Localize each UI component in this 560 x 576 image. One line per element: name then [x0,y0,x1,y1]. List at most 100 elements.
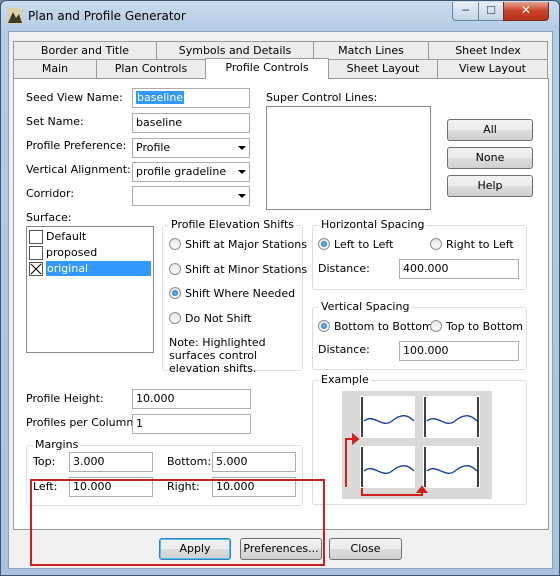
radio-label: Shift Where Needed [185,287,296,300]
tab-label: Match Lines [338,44,404,57]
margin-top-field[interactable]: 3.000 [69,452,153,472]
example-diagram [342,391,492,499]
horizontal-distance-field[interactable]: 400.000 [399,259,519,279]
radio-left-to-left[interactable]: Left to Left [318,238,393,251]
set-name-field[interactable]: baseline [132,113,250,133]
help-button[interactable]: Help [447,175,533,197]
minimize-button[interactable]: ─ [452,2,479,21]
margin-bottom-label: Bottom: [167,455,212,468]
chevron-down-icon [238,194,246,198]
surface-item-original[interactable]: original [29,261,151,277]
example-profile-top-left [360,396,415,438]
radio-shift-where-needed[interactable]: Shift Where Needed [169,287,295,300]
vertical-alignment-dropdown[interactable]: profile gradeline [132,162,250,182]
radio-button-selected-icon [318,320,330,332]
profiles-per-column-label: Profiles per Column: [26,416,138,429]
tab-label: View Layout [459,62,526,75]
tab-profile-controls[interactable]: Profile Controls [205,58,329,79]
tab-label: Border and Title [40,44,130,57]
surface-checkbox[interactable] [29,230,43,244]
margin-top-value: 3.000 [73,455,105,468]
radio-top-to-bottom[interactable]: Top to Bottom [430,320,523,333]
surface-item-default[interactable]: Default [29,229,150,245]
close-button[interactable]: Close [329,538,402,560]
radio-shift-at-minor-stations[interactable]: Shift at Minor Stations [169,263,307,276]
super-control-lines-list[interactable] [266,106,431,210]
set-name-value: baseline [136,116,183,129]
set-name-label: Set Name: [26,115,84,128]
surface-item-label: proposed [46,246,98,259]
vertical-alignment-value: profile gradeline [136,165,227,178]
maximize-icon: ☐ [486,4,496,17]
close-icon: ✕ [520,3,532,17]
corridor-label: Corridor: [26,187,75,200]
radio-shift-at-major-stations[interactable]: Shift at Major Stations [169,238,307,251]
radio-button-selected-icon [318,238,330,250]
surface-label: Surface: [26,211,72,224]
profile-height-value: 10.000 [136,392,175,405]
tab-sheet-layout[interactable]: Sheet Layout [328,59,438,78]
close-window-button[interactable]: ✕ [503,2,549,21]
close-label: Close [350,542,381,555]
help-label: Help [477,179,503,192]
title-bar[interactable]: Plan and Profile Generator ─ ☐ ✕ [1,1,559,31]
margin-bottom-value: 5.000 [216,455,248,468]
tab-view-layout[interactable]: View Layout [437,59,548,78]
radio-label: Do Not Shift [185,312,252,325]
radio-label: Bottom to Bottom [334,320,433,333]
plan-and-profile-generator-window: Plan and Profile Generator ─ ☐ ✕ Border … [0,0,560,576]
profiles-per-column-value: 1 [136,417,143,430]
radio-label: Top to Bottom [446,320,523,333]
tab-sheet-index[interactable]: Sheet Index [428,41,548,60]
surface-item-label: Default [46,230,87,243]
maximize-button[interactable]: ☐ [478,2,504,21]
vertical-spacing-group: Vertical Spacing Bottom to Bottom Top to… [312,300,527,370]
surface-item-proposed[interactable]: proposed [29,245,150,261]
tab-match-lines[interactable]: Match Lines [313,41,429,60]
seed-view-name-label: Seed View Name: [26,91,123,104]
horizontal-spacing-group: Horizontal Spacing Left to Left Right to… [312,218,527,290]
surface-checkbox[interactable] [29,246,43,260]
radio-label: Right to Left [446,238,514,251]
horizontal-distance-value: 400.000 [403,262,449,275]
chevron-down-icon [238,170,246,174]
group-title: Vertical Spacing [319,300,412,313]
radio-do-not-shift[interactable]: Do Not Shift [169,312,251,325]
seed-view-name-value: baseline [136,91,185,104]
margin-top-label: Top: [33,455,56,468]
surface-list[interactable]: Default proposed original [26,226,154,353]
tab-label: Sheet Layout [346,62,420,75]
profile-controls-panel: Seed View Name: baseline Set Name: basel… [13,78,549,566]
chevron-down-icon [238,146,246,150]
vertical-alignment-label: Vertical Alignment: [26,163,131,176]
minimize-icon: ─ [462,4,469,17]
margins-highlight-annotation [30,479,325,566]
radio-label: Shift at Major Stations [185,238,307,251]
tab-main[interactable]: Main [13,59,97,78]
elevation-shift-note: Note: Highlighted surfaces control eleva… [169,336,266,375]
group-title: Example [319,373,371,386]
tab-plan-controls[interactable]: Plan Controls [96,59,206,78]
vertical-distance-value: 100.000 [403,344,449,357]
surface-checkbox-checked[interactable] [29,262,43,276]
profile-height-field[interactable]: 10.000 [132,389,251,409]
window-title: Plan and Profile Generator [28,9,186,23]
profile-height-label: Profile Height: [26,392,104,405]
profiles-per-column-field[interactable]: 1 [132,414,251,434]
all-button[interactable]: All [447,119,533,141]
margin-bottom-field[interactable]: 5.000 [212,452,296,472]
profile-preference-dropdown[interactable]: Profile [132,138,250,158]
radio-label: Shift at Minor Stations [185,263,308,276]
surface-item-label: original [46,261,151,276]
corridor-dropdown[interactable] [132,186,250,206]
group-title: Profile Elevation Shifts [169,218,297,231]
seed-view-name-field[interactable]: baseline [132,88,250,108]
radio-bottom-to-bottom[interactable]: Bottom to Bottom [318,320,433,333]
profile-elevation-shifts-group: Profile Elevation Shifts Shift at Major … [162,218,307,375]
radio-label: Left to Left [334,238,394,251]
radio-right-to-left[interactable]: Right to Left [430,238,514,251]
none-button[interactable]: None [447,147,533,169]
vertical-distance-field[interactable]: 100.000 [399,341,519,361]
tab-label: Main [41,62,69,75]
tab-border-and-title[interactable]: Border and Title [13,41,157,60]
